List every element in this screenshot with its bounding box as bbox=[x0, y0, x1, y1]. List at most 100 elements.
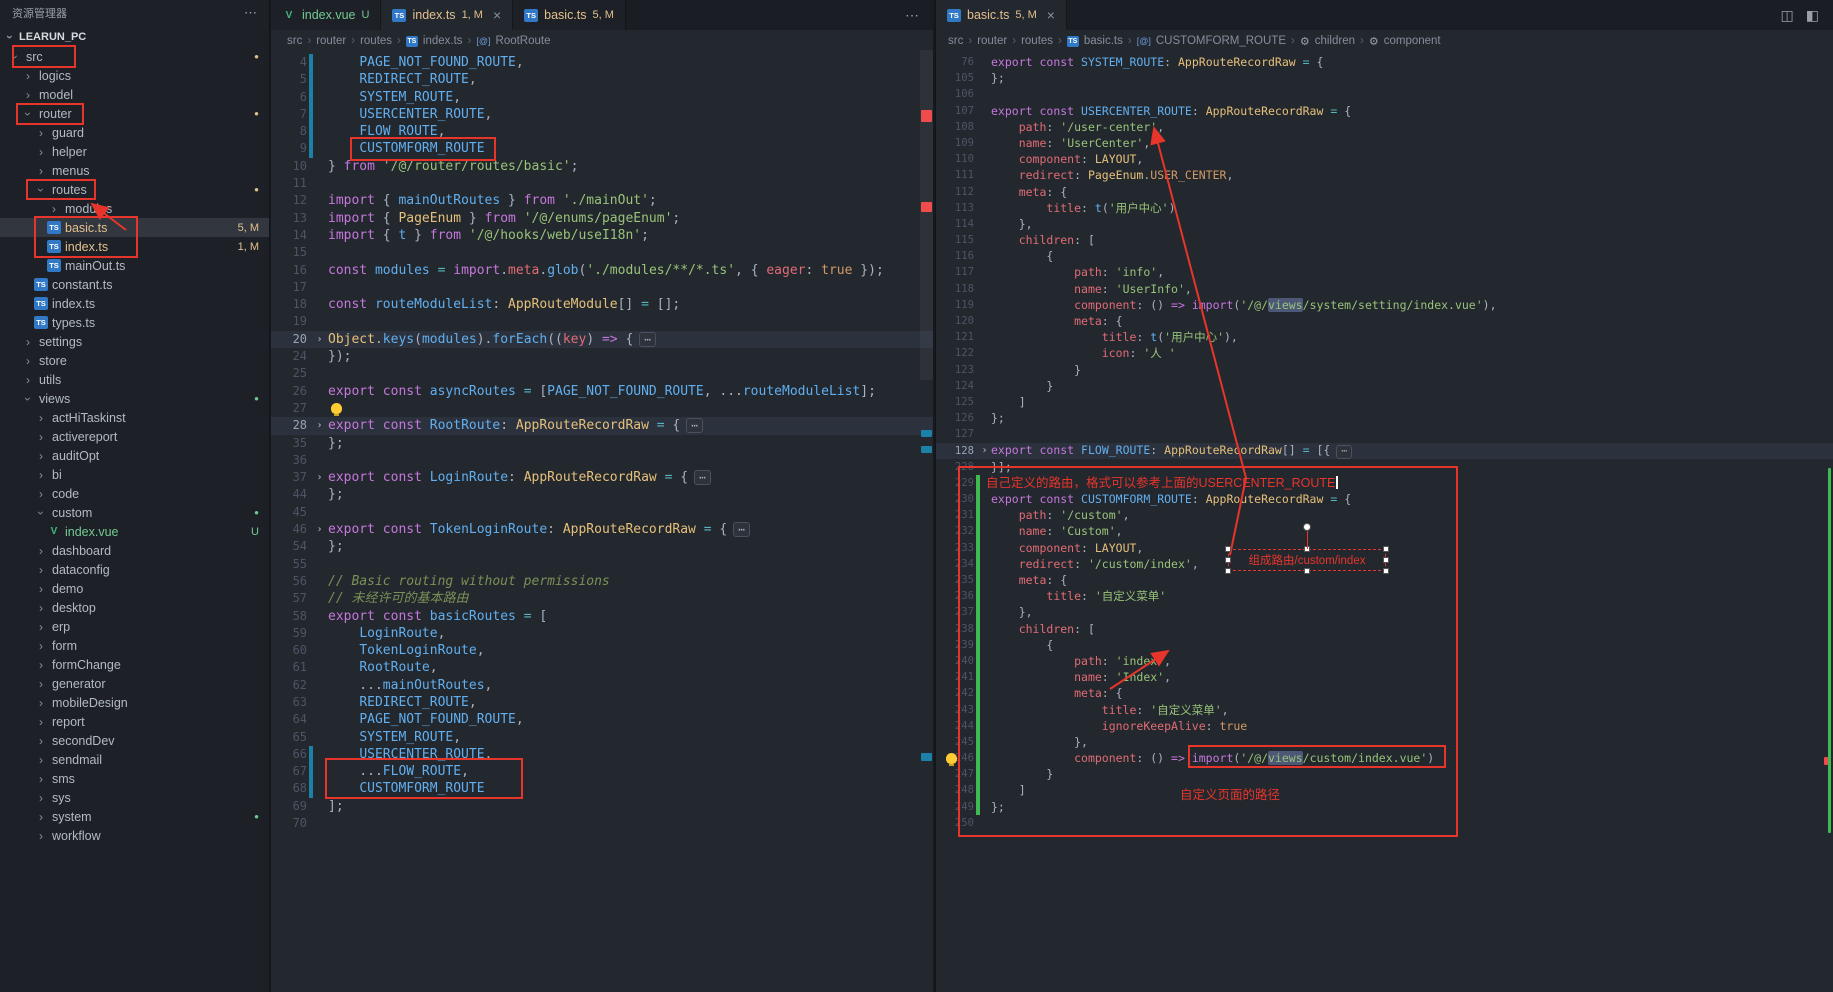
fold-chevron-icon[interactable]: › bbox=[313, 521, 326, 538]
more-actions-icon[interactable]: ⋯ bbox=[891, 7, 933, 24]
tab-index.ts[interactable]: TSindex.ts1, M× bbox=[381, 0, 513, 30]
git-gutter-mark bbox=[309, 279, 313, 296]
folder-actHiTaskinst[interactable]: ›actHiTaskinst bbox=[0, 408, 269, 427]
folder-logics[interactable]: ›logics bbox=[0, 66, 269, 85]
folded-code-badge[interactable]: ⋯ bbox=[694, 470, 711, 485]
breadcrumb-item[interactable]: component bbox=[1384, 35, 1441, 47]
folded-code-badge[interactable]: ⋯ bbox=[686, 418, 703, 433]
fold-chevron-icon[interactable]: › bbox=[980, 443, 989, 459]
folder-src[interactable]: ›src● bbox=[0, 47, 269, 66]
git-gutter-mark bbox=[309, 140, 313, 157]
folder-routes[interactable]: ›routes● bbox=[0, 180, 269, 199]
folder-activereport[interactable]: ›activereport bbox=[0, 427, 269, 446]
code-text: component: () => import('/@/views/system… bbox=[991, 297, 1497, 313]
views-and-more-actions-icon[interactable]: ⋯ bbox=[244, 5, 257, 21]
breadcrumb-item[interactable]: src bbox=[287, 35, 302, 47]
folder-secondDev[interactable]: ›secondDev bbox=[0, 731, 269, 750]
folder-erp[interactable]: ›erp bbox=[0, 617, 269, 636]
lightbulb-icon[interactable] bbox=[331, 403, 342, 414]
folder-workflow[interactable]: ›workflow bbox=[0, 826, 269, 845]
folder-dataconfig[interactable]: ›dataconfig bbox=[0, 560, 269, 579]
folder-mobileDesign[interactable]: ›mobileDesign bbox=[0, 693, 269, 712]
file-basic.ts[interactable]: TSbasic.ts5, M bbox=[0, 218, 269, 237]
folded-code-badge[interactable]: ⋯ bbox=[733, 522, 750, 537]
file-index.vue[interactable]: Vindex.vueU bbox=[0, 522, 269, 541]
folder-store[interactable]: ›store bbox=[0, 351, 269, 370]
line-number: 61 bbox=[271, 659, 307, 676]
split-editor-icon[interactable]: ◫ bbox=[1781, 7, 1794, 24]
folder-sms[interactable]: ›sms bbox=[0, 769, 269, 788]
editor-layout-icon[interactable]: ◧ bbox=[1806, 7, 1819, 24]
tab-basic.ts[interactable]: TSbasic.ts5, M bbox=[513, 0, 626, 30]
breadcrumb-item[interactable]: CUSTOMFORM_ROUTE bbox=[1156, 35, 1286, 47]
folder-desktop[interactable]: ›desktop bbox=[0, 598, 269, 617]
breadcrumb-item[interactable]: children bbox=[1315, 35, 1355, 47]
folder-code[interactable]: ›code bbox=[0, 484, 269, 503]
tab-basic.ts[interactable]: TSbasic.ts5, M× bbox=[936, 0, 1067, 30]
chevron-right-icon: › bbox=[21, 88, 35, 102]
breadcrumb-separator: › bbox=[351, 35, 355, 47]
code-text: export const FLOW_ROUTE: AppRouteRecordR… bbox=[991, 442, 1352, 459]
folder-form[interactable]: ›form bbox=[0, 636, 269, 655]
folder-guard[interactable]: ›guard bbox=[0, 123, 269, 142]
project-section-header[interactable]: › LEARUN_PC bbox=[0, 26, 269, 47]
folded-code-badge[interactable]: ⋯ bbox=[1336, 445, 1352, 459]
fold-chevron-icon[interactable]: › bbox=[313, 417, 326, 434]
folder-menus[interactable]: ›menus bbox=[0, 161, 269, 180]
code-text: name: 'Index', bbox=[991, 669, 1171, 685]
folder-demo[interactable]: ›demo bbox=[0, 579, 269, 598]
folder-formChange[interactable]: ›formChange bbox=[0, 655, 269, 674]
folder-dashboard[interactable]: ›dashboard bbox=[0, 541, 269, 560]
code-text: USERCENTER_ROUTE, bbox=[328, 746, 492, 763]
breadcrumb-item[interactable]: RootRoute bbox=[496, 35, 551, 47]
lightbulb-icon[interactable] bbox=[946, 753, 957, 764]
tab-index.vue[interactable]: Vindex.vueU bbox=[271, 0, 381, 30]
code-editor-right[interactable]: 76export const SYSTEM_ROUTE: AppRouteRec… bbox=[936, 52, 1833, 992]
breadcrumb-item[interactable]: src bbox=[948, 35, 963, 47]
folded-code-badge[interactable]: ⋯ bbox=[639, 332, 656, 347]
file-constant.ts[interactable]: TSconstant.ts bbox=[0, 275, 269, 294]
item-label: helper bbox=[52, 145, 87, 159]
folder-settings[interactable]: ›settings bbox=[0, 332, 269, 351]
fold-chevron-icon[interactable]: › bbox=[313, 331, 326, 348]
chevron-right-icon: › bbox=[34, 753, 48, 767]
file-types.ts[interactable]: TStypes.ts bbox=[0, 313, 269, 332]
code-text: meta: { bbox=[991, 572, 1067, 588]
folder-model[interactable]: ›model bbox=[0, 85, 269, 104]
folder-generator[interactable]: ›generator bbox=[0, 674, 269, 693]
folder-sendmail[interactable]: ›sendmail bbox=[0, 750, 269, 769]
breadcrumb-item[interactable]: routes bbox=[1021, 35, 1053, 47]
breadcrumb-separator: › bbox=[397, 35, 401, 47]
close-icon[interactable]: × bbox=[1047, 7, 1055, 23]
folder-bi[interactable]: ›bi bbox=[0, 465, 269, 484]
breadcrumb-item[interactable]: index.ts bbox=[423, 35, 463, 47]
folder-router[interactable]: ›router● bbox=[0, 104, 269, 123]
folder-helper[interactable]: ›helper bbox=[0, 142, 269, 161]
folder-report[interactable]: ›report bbox=[0, 712, 269, 731]
line-number: 57 bbox=[271, 590, 307, 607]
symbol-property-icon: ⚙ bbox=[1300, 35, 1310, 48]
code-line-111: 111 redirect: PageEnum.USER_CENTER, bbox=[936, 167, 1833, 183]
file-index.ts[interactable]: TSindex.ts bbox=[0, 294, 269, 313]
line-number: 13 bbox=[271, 210, 307, 227]
git-gutter-mark bbox=[309, 573, 313, 590]
code-line-54: 54}; bbox=[271, 538, 933, 555]
line-number: 119 bbox=[936, 297, 974, 313]
folder-custom[interactable]: ›custom● bbox=[0, 503, 269, 522]
folder-modules[interactable]: ›modules bbox=[0, 199, 269, 218]
breadcrumb-item[interactable]: router bbox=[977, 35, 1007, 47]
breadcrumb-item[interactable]: routes bbox=[360, 35, 392, 47]
folder-sys[interactable]: ›sys bbox=[0, 788, 269, 807]
file-mainOut.ts[interactable]: TSmainOut.ts bbox=[0, 256, 269, 275]
folder-utils[interactable]: ›utils bbox=[0, 370, 269, 389]
breadcrumb-item[interactable]: basic.ts bbox=[1084, 35, 1123, 47]
explorer-sidebar: 资源管理器 ⋯ › LEARUN_PC ›src●›logics›model›r… bbox=[0, 0, 270, 992]
folder-auditOpt[interactable]: ›auditOpt bbox=[0, 446, 269, 465]
fold-chevron-icon[interactable]: › bbox=[313, 469, 326, 486]
close-icon[interactable]: × bbox=[493, 7, 501, 23]
folder-system[interactable]: ›system● bbox=[0, 807, 269, 826]
breadcrumb-item[interactable]: router bbox=[316, 35, 346, 47]
folder-views[interactable]: ›views● bbox=[0, 389, 269, 408]
code-editor-left[interactable]: 4 PAGE_NOT_FOUND_ROUTE,5 REDIRECT_ROUTE,… bbox=[271, 52, 933, 992]
file-index.ts[interactable]: TSindex.ts1, M bbox=[0, 237, 269, 256]
